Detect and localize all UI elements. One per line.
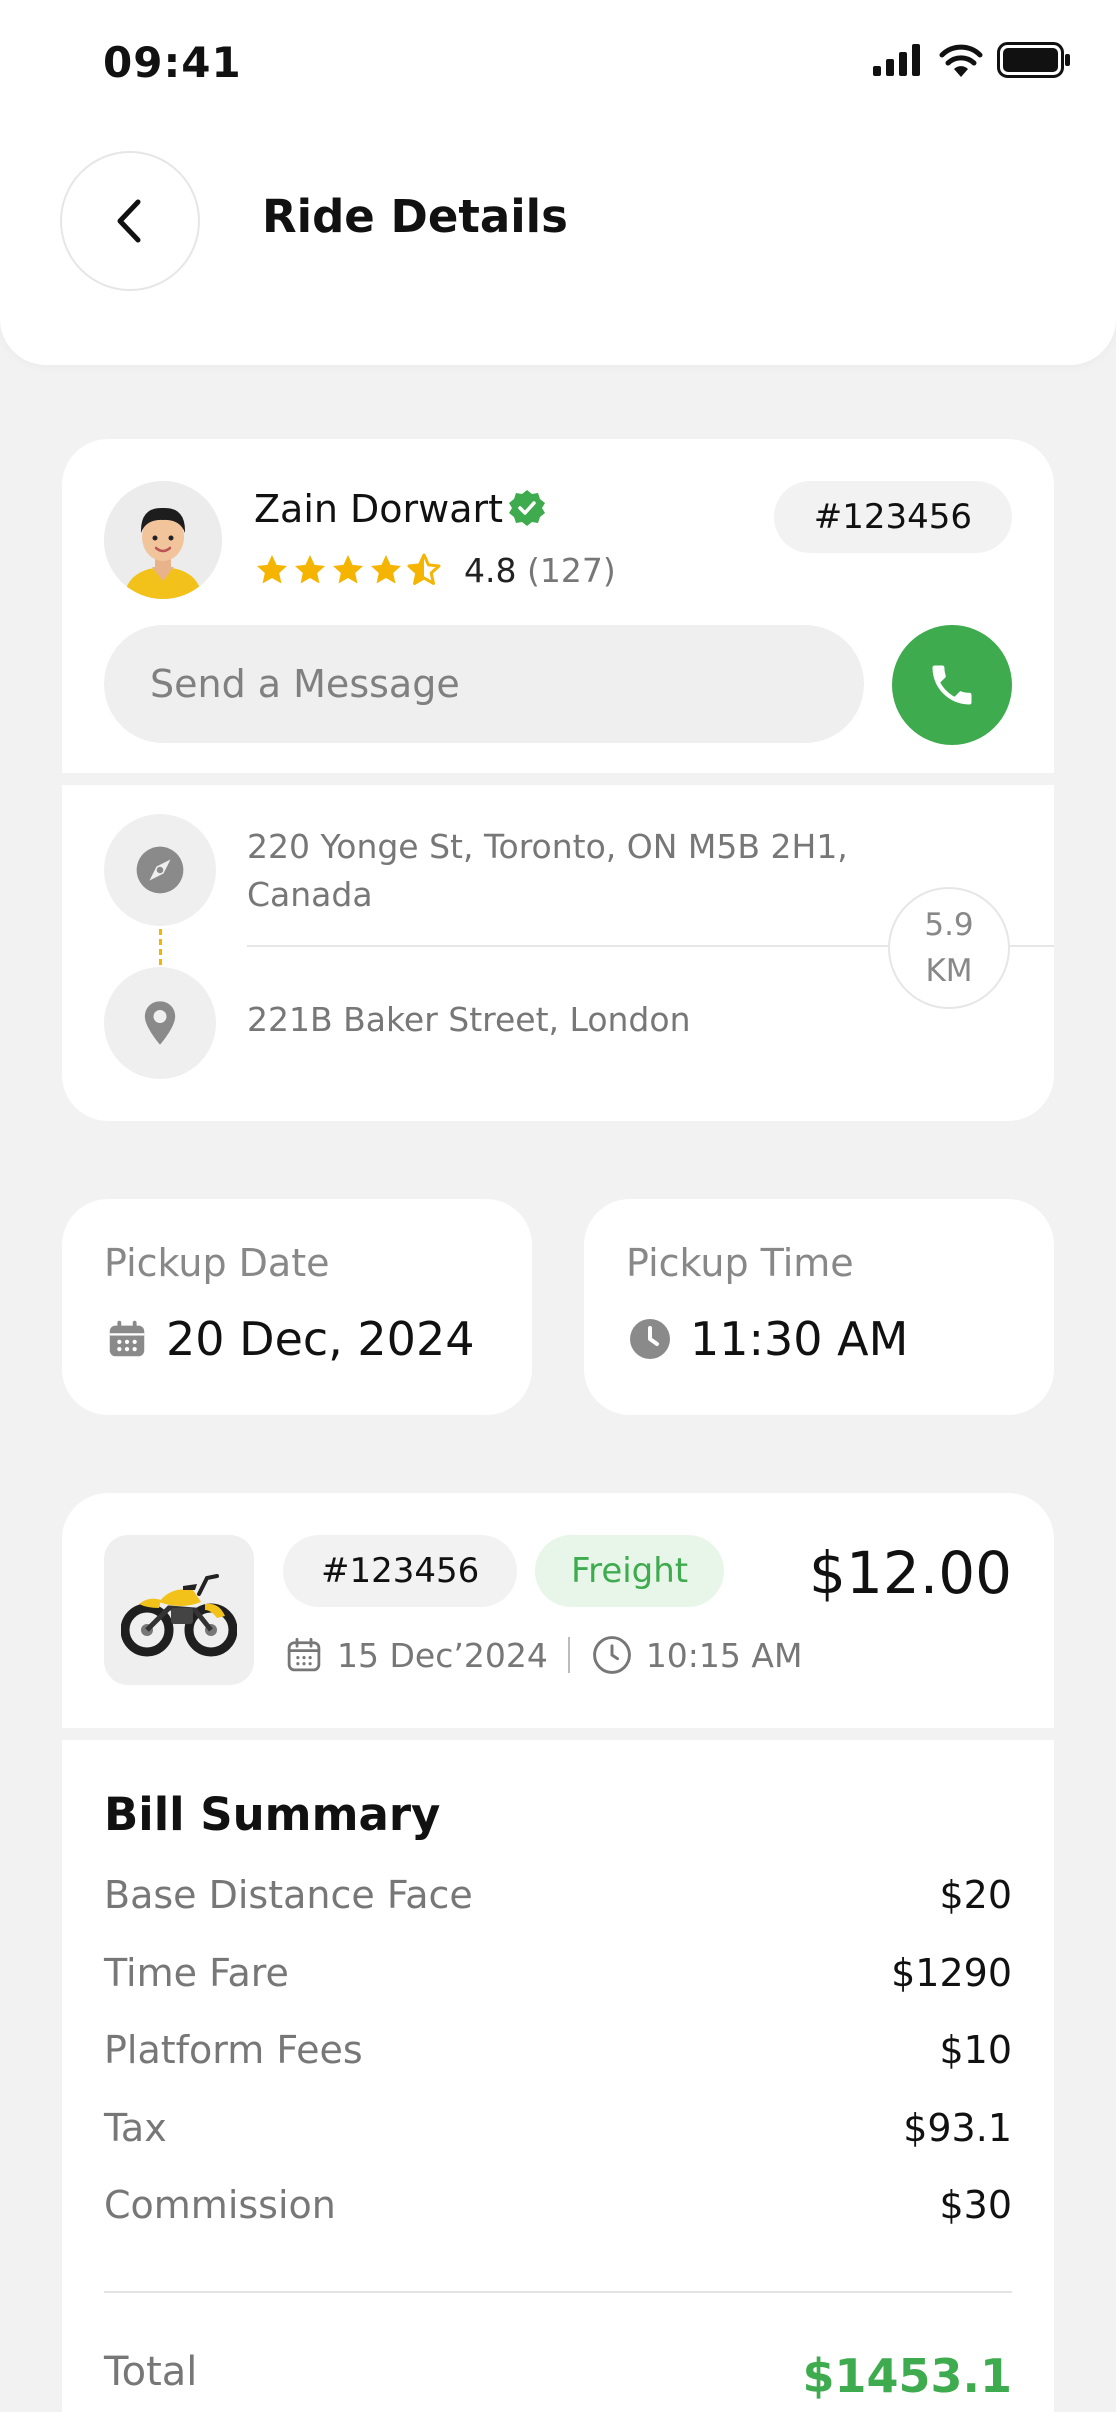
section-divider xyxy=(62,1728,1054,1740)
pickup-location-marker xyxy=(104,814,216,926)
verified-badge-icon xyxy=(509,490,545,526)
star-icon xyxy=(371,555,401,584)
motorbike-icon xyxy=(121,1574,237,1657)
pickup-date-row: 20 Dec, 2024 xyxy=(104,1312,474,1366)
section-divider xyxy=(62,773,1054,785)
pickup-time-row: 11:30 AM xyxy=(626,1312,908,1366)
bill-row: Base Distance Face $20 xyxy=(104,1873,1012,1951)
battery-icon xyxy=(997,42,1070,78)
bill-row: Commission $30 xyxy=(104,2183,1012,2261)
driver-card: Zain Dorwart 4.8 (127) #123456 Send a Me… xyxy=(62,439,1054,1121)
bill-row-value: $1290 xyxy=(891,1950,1012,1995)
order-time: 10:15 AM xyxy=(645,1635,803,1675)
driver-avatar-icon xyxy=(104,481,222,599)
pickup-time-value: 11:30 AM xyxy=(690,1312,909,1366)
bill-row-label: Tax xyxy=(104,2105,167,2150)
bill-rows: Base Distance Face $20 Time Fare $1290 P… xyxy=(104,1873,1012,2261)
location-pin-icon xyxy=(144,1001,176,1045)
wifi-icon xyxy=(939,44,983,77)
bill-row-label: Base Distance Face xyxy=(104,1873,473,1917)
bill-row: Platform Fees $10 xyxy=(104,2028,1012,2106)
pickup-time-label: Pickup Time xyxy=(626,1241,854,1285)
order-id-badge: #123456 xyxy=(283,1535,518,1607)
status-time: 09:41 xyxy=(103,38,242,87)
back-button[interactable] xyxy=(60,151,200,291)
pickup-date-label: Pickup Date xyxy=(104,1241,330,1285)
calendar-icon xyxy=(109,1320,145,1357)
signal-icon xyxy=(873,44,920,76)
driver-name: Zain Dorwart xyxy=(254,487,504,531)
pickup-date-value: 20 Dec, 2024 xyxy=(166,1312,475,1366)
order-meta: 15 Dec’2024 10:15 AM xyxy=(283,1633,802,1677)
pickup-address: 220 Yonge St, Toronto, ON M5B 2H1, Canad… xyxy=(247,827,848,914)
star-icon xyxy=(333,555,363,584)
total-value: $1453.1 xyxy=(802,2349,1012,2403)
chevron-left-icon xyxy=(117,199,141,243)
header: 09:41 Ride Details xyxy=(0,0,1116,365)
pickup-time-card: Pickup Time 11:30 AM xyxy=(584,1199,1054,1415)
bill-row: Time Fare $1290 xyxy=(104,1951,1012,2029)
bill-row-value: $30 xyxy=(939,2183,1012,2227)
ride-id-badge: #123456 xyxy=(773,481,1012,553)
avatar xyxy=(104,481,222,599)
dropoff-address: 221B Baker Street, London xyxy=(247,1000,691,1039)
star-rating xyxy=(254,552,442,588)
order-date: 15 Dec’2024 xyxy=(337,1635,548,1675)
page-title: Ride Details xyxy=(262,190,568,243)
star-icon xyxy=(295,555,325,584)
rating-text: 4.8 (127) xyxy=(464,551,616,590)
bill-row-value: $10 xyxy=(939,2028,1012,2072)
order-price: $12.00 xyxy=(809,1539,1012,1607)
compass-icon xyxy=(136,846,184,894)
review-count: (127) xyxy=(526,551,616,590)
vehicle-thumbnail xyxy=(104,1535,254,1685)
bill-row-value: $20 xyxy=(939,1873,1012,1917)
call-button[interactable] xyxy=(892,625,1012,745)
bill-row-label: Platform Fees xyxy=(104,2028,363,2072)
message-input[interactable] xyxy=(104,625,864,743)
star-icon xyxy=(257,555,287,584)
clock-outline-icon xyxy=(592,1636,631,1674)
calendar-outline-icon xyxy=(287,1637,321,1672)
total-label: Total xyxy=(104,2349,198,2395)
half-star-icon xyxy=(407,553,441,585)
status-icons xyxy=(873,42,1071,78)
total-row: Total $1453.1 xyxy=(104,2349,1012,2403)
distance-badge: 5.9 KM xyxy=(888,887,1010,1009)
pickup-date-card: Pickup Date 20 Dec, 2024 xyxy=(62,1199,532,1415)
bill-row-label: Time Fare xyxy=(104,1950,289,1995)
distance-unit: KM xyxy=(925,953,973,989)
rating-value: 4.8 xyxy=(464,551,517,590)
bill-summary-title: Bill Summary xyxy=(104,1788,441,1841)
phone-icon xyxy=(932,665,972,705)
total-divider xyxy=(104,2291,1012,2293)
route-connector xyxy=(159,929,162,965)
dropoff-location-marker xyxy=(104,967,216,1079)
distance-value: 5.9 xyxy=(924,907,974,943)
clock-icon xyxy=(630,1319,670,1359)
bill-row-label: Commission xyxy=(104,2183,336,2227)
bill-row-value: $93.1 xyxy=(903,2105,1012,2150)
order-type-badge: Freight xyxy=(535,1535,725,1607)
bill-row: Tax $93.1 xyxy=(104,2106,1012,2184)
bill-card: #123456 Freight $12.00 15 Dec’2024 10:15… xyxy=(62,1493,1054,2412)
meta-separator xyxy=(567,1637,570,1673)
